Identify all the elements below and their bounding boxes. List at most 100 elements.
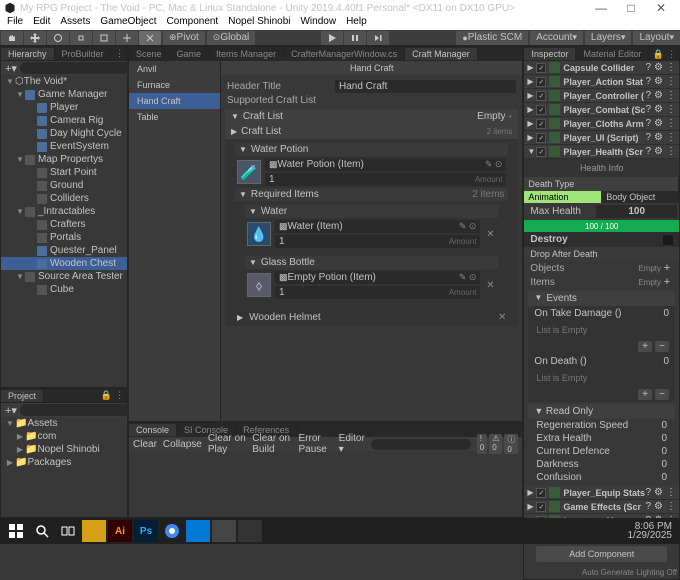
menu-icon[interactable]: ⋮ [666, 146, 676, 157]
menu-component[interactable]: Component [162, 16, 224, 30]
hierarchy-node[interactable]: Ground [1, 179, 127, 192]
hierarchy-node[interactable]: EventSystem [1, 140, 127, 153]
menu-assets[interactable]: Assets [55, 16, 95, 30]
tab-inspector[interactable]: Inspector [524, 48, 576, 60]
component-checkbox[interactable]: ✓ [536, 488, 546, 498]
console-search[interactable] [371, 439, 471, 450]
console-editor-[interactable]: Editor ▾ [339, 433, 365, 455]
transform-tool[interactable] [116, 31, 138, 45]
chrome-icon[interactable] [160, 520, 184, 542]
component-checkbox[interactable]: ✓ [536, 91, 546, 101]
help-icon[interactable]: ? [645, 90, 651, 101]
item-thumbnail[interactable]: 🧪 [237, 160, 261, 184]
tab-game[interactable]: Game [170, 48, 210, 60]
remove-button[interactable]: ✕ [484, 280, 496, 291]
hierarchy-node[interactable]: Camera Rig [1, 114, 127, 127]
component-header[interactable]: ▶✓Player_Action Stat?⚙⋮ [524, 75, 679, 88]
menu-help[interactable]: Help [341, 16, 372, 30]
folder-assets[interactable]: ▼📁 Assets [1, 417, 127, 430]
plastic-scm[interactable]: ● Plastic SCM [456, 31, 528, 45]
menu-icon[interactable]: ⋮ [666, 76, 676, 87]
console-clear-on-build[interactable]: Clear on Build [252, 433, 292, 455]
component-header[interactable]: ▶✓Capsule Collider?⚙⋮ [524, 61, 679, 74]
illustrator-icon[interactable]: Ai [108, 520, 132, 542]
task-view-button[interactable] [56, 520, 80, 542]
menu-edit[interactable]: Edit [28, 16, 55, 30]
console-error-pause[interactable]: Error Pause [298, 433, 332, 455]
help-icon[interactable]: ? [645, 146, 651, 157]
hierarchy-node[interactable]: Player [1, 101, 127, 114]
step-button[interactable] [367, 31, 389, 45]
component-checkbox[interactable]: ✓ [536, 133, 546, 143]
global-toggle[interactable]: ⊙ Global [207, 31, 255, 45]
preset-icon[interactable]: ⚙ [654, 104, 663, 115]
component-checkbox[interactable]: ✓ [536, 502, 546, 512]
add-button[interactable]: + [661, 276, 673, 288]
preset-icon[interactable]: ⚙ [654, 76, 663, 87]
menu-window[interactable]: Window [295, 16, 341, 30]
hierarchy-node[interactable]: Colliders [1, 192, 127, 205]
menu-icon[interactable]: ⋮ [666, 118, 676, 129]
folder-item[interactable]: ▶📁 Nopel Shinobi [1, 443, 127, 456]
hierarchy-node[interactable]: ▼_Intractables [1, 205, 127, 218]
menu-icon[interactable]: ⋮ [666, 62, 676, 73]
help-icon[interactable]: ? [645, 104, 651, 115]
hierarchy-node[interactable]: Portals [1, 231, 127, 244]
layers-dropdown[interactable]: Layers ▾ [585, 31, 632, 45]
folder-item[interactable]: ▶📁 com [1, 430, 127, 443]
craft-list-header[interactable]: ▼ Craft List Empty + [225, 109, 518, 124]
menu-icon[interactable]: ⋮ [666, 487, 676, 498]
preset-icon[interactable]: ⚙ [654, 132, 663, 143]
lock-icon[interactable]: 🔒 [653, 49, 664, 60]
component-checkbox[interactable]: ✓ [536, 105, 546, 115]
help-icon[interactable]: ? [645, 501, 651, 512]
tab-items-manager[interactable]: Items Manager [209, 48, 284, 60]
help-icon[interactable]: ? [645, 132, 651, 143]
destroy-toggle[interactable]: Destroy [524, 232, 679, 247]
minimize-button[interactable]: — [586, 1, 616, 15]
tab-project[interactable]: Project [1, 390, 44, 402]
hierarchy-node[interactable]: Wooden Chest [1, 257, 127, 270]
hierarchy-node[interactable]: Cube [1, 283, 127, 296]
menu-icon[interactable]: ⋮ [666, 104, 676, 115]
play-button[interactable] [321, 31, 343, 45]
add-component-button[interactable]: Add Component [536, 546, 667, 562]
hierarchy-node[interactable]: Day Night Cycle [1, 127, 127, 140]
move-tool[interactable] [24, 31, 46, 45]
hierarchy-node[interactable]: ▼Game Manager [1, 88, 127, 101]
project-create[interactable]: +▾ [5, 404, 17, 417]
app-icon[interactable] [186, 520, 210, 542]
tab-material-editor[interactable]: Material Editor [576, 48, 649, 60]
water-header[interactable]: ▼Water [245, 205, 498, 218]
create-dropdown[interactable]: +▾ [5, 62, 17, 75]
photoshop-icon[interactable]: Ps [134, 520, 158, 542]
hierarchy-node[interactable]: Start Point [1, 166, 127, 179]
panel-menu-icon[interactable]: ⋮ [667, 49, 676, 60]
add-event-button[interactable]: + [638, 389, 652, 400]
tab-craftermanagerwindow-cs[interactable]: CrafterManagerWindow.cs [284, 48, 405, 60]
craft-list-header[interactable]: ▶ Craft List 2 items [225, 124, 518, 139]
header-title-field[interactable]: Hand Craft [335, 80, 516, 93]
system-clock[interactable]: 8:06 PM 1/29/2025 [628, 522, 677, 540]
info-count[interactable]: ⓘ 0 [504, 434, 518, 454]
add-button[interactable]: + [661, 262, 673, 274]
start-button[interactable] [4, 520, 28, 542]
item-amount-field[interactable]: 1Amount [275, 286, 480, 299]
category-item[interactable]: Hand Craft [129, 93, 220, 109]
component-checkbox[interactable]: ✓ [536, 77, 546, 87]
add-event-button[interactable]: + [638, 341, 652, 352]
item-thumbnail[interactable]: 💧 [247, 222, 271, 246]
search-button[interactable] [30, 520, 54, 542]
explorer-icon[interactable] [82, 520, 106, 542]
account-dropdown[interactable]: Account ▾ [530, 31, 583, 45]
hierarchy-node[interactable]: ▼Map Propertys [1, 153, 127, 166]
item-ref-field[interactable]: ▩ Water Potion (Item)✎ ⊙ [265, 158, 506, 171]
component-checkbox[interactable]: ✓ [536, 119, 546, 129]
tab-scene[interactable]: Scene [129, 48, 170, 60]
help-icon[interactable]: ? [645, 76, 651, 87]
water-potion-header[interactable]: ▼Water Potion [235, 143, 508, 156]
body-object-option[interactable]: Body Object [602, 191, 679, 203]
component-header[interactable]: ▶✓Player_Cloths Arm?⚙⋮ [524, 117, 679, 130]
preset-icon[interactable]: ⚙ [654, 146, 663, 157]
component-header[interactable]: ▶✓Player_Equip Stats?⚙⋮ [524, 486, 679, 499]
